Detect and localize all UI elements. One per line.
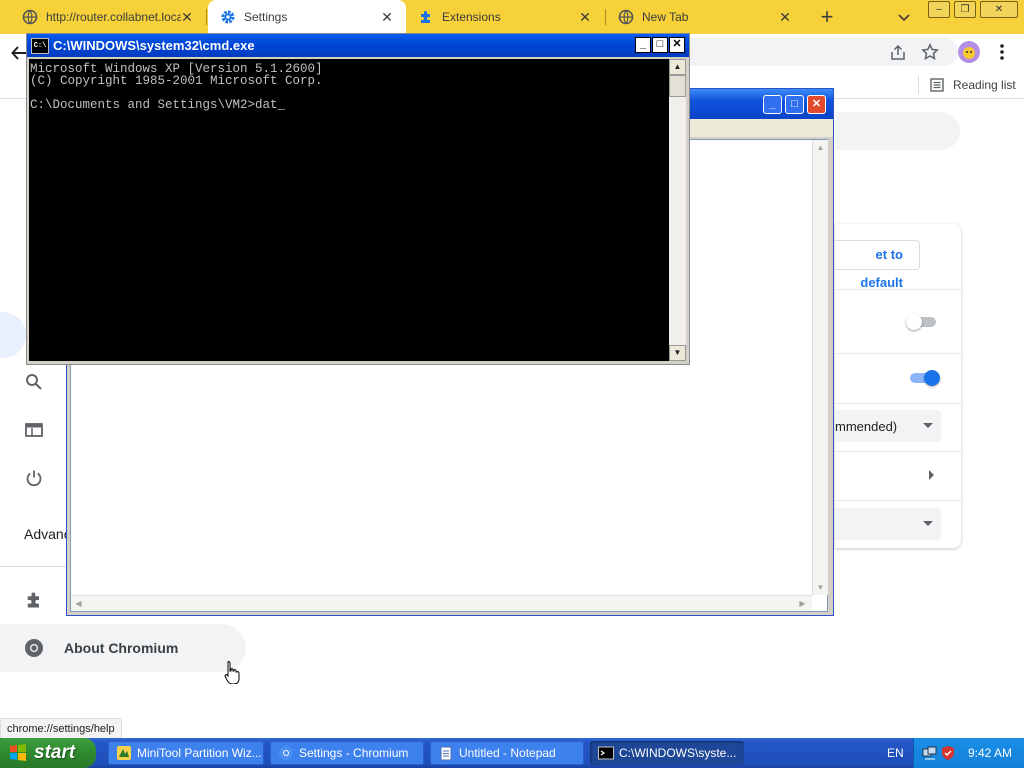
share-icon[interactable] [889, 44, 907, 62]
cmd-icon: C:\ [31, 38, 49, 54]
vertical-scrollbar[interactable]: ▲ ▼ [812, 140, 828, 595]
cmd-icon [598, 745, 614, 761]
console-prompt: C:\Documents and Settings\VM2>dat [30, 98, 278, 112]
taskbar-button-label: C:\WINDOWS\syste... [619, 746, 737, 760]
window-minimize-button[interactable]: – [928, 1, 950, 18]
address-bar[interactable] [690, 38, 958, 66]
taskbar-button-label: Settings - Chromium [299, 746, 409, 760]
network-icon[interactable] [922, 745, 938, 761]
status-url: chrome://settings/help [0, 718, 122, 740]
divider [835, 353, 961, 354]
hand-cursor-icon [224, 660, 240, 684]
window-close-button[interactable]: ✕ [980, 1, 1018, 18]
sidebar-item-selected[interactable] [0, 312, 26, 358]
globe-icon [618, 9, 634, 25]
tab-extensions[interactable]: Extensions ✕ [406, 0, 604, 34]
background-window-close-button[interactable]: ✕ [807, 95, 826, 114]
globe-icon [22, 9, 38, 25]
cmd-minimize-button[interactable]: _ [635, 37, 651, 53]
sidebar-item-search-engine[interactable] [0, 358, 66, 406]
close-tab-icon[interactable]: ✕ [380, 10, 394, 24]
taskbar-button-minitool[interactable]: MiniTool Partition Wiz... [108, 741, 264, 765]
horizontal-scrollbar[interactable]: ◀ ▶ [71, 595, 812, 611]
chromium-icon [24, 638, 44, 658]
console-line: (C) Copyright 1985-2001 Microsoft Corp. [30, 74, 323, 88]
cmd-title-text: C:\WINDOWS\system32\cmd.exe [53, 38, 255, 53]
sidebar-item-on-startup[interactable] [0, 454, 66, 502]
kebab-menu-icon[interactable] [994, 43, 1010, 61]
dropdown-arrow-icon [923, 521, 933, 526]
system-tray: 9:42 AM [913, 738, 1024, 768]
power-icon [24, 468, 44, 488]
close-tab-icon[interactable]: ✕ [778, 10, 792, 24]
puzzle-icon [24, 590, 44, 610]
cmd-console[interactable]: Microsoft Windows XP [Version 5.1.2600](… [29, 59, 669, 361]
puzzle-icon [418, 9, 434, 25]
divider [835, 403, 961, 404]
settings-dropdown-2[interactable] [835, 508, 941, 540]
sidebar-divider [0, 566, 66, 567]
divider [835, 451, 961, 452]
tab-router[interactable]: http://router.collabnet.local/ ✕ [0, 0, 206, 34]
notepad-icon [438, 745, 454, 761]
cmd-vertical-scrollbar[interactable]: ▲ ▼ [669, 59, 686, 361]
tab-divider [206, 9, 207, 25]
sidebar-item-extensions[interactable] [0, 576, 66, 624]
browser-window-icon [24, 420, 44, 440]
toggle-off[interactable] [906, 314, 938, 330]
console-line: C:\Documents and Settings\VM2>dat_ [30, 98, 669, 112]
chevron-right-icon[interactable] [927, 469, 935, 481]
tab-settings[interactable]: Settings ✕ [208, 0, 406, 34]
dropdown-value: mmended) [835, 419, 898, 434]
windows-logo-icon [8, 743, 28, 763]
cmd-window: C:\ C:\WINDOWS\system32\cmd.exe _ □ ✕ Mi… [26, 33, 690, 365]
chromium-icon [278, 745, 294, 761]
reading-list-label[interactable]: Reading list [953, 78, 1016, 92]
language-indicator[interactable]: EN [887, 746, 904, 760]
taskbar-button-label: MiniTool Partition Wiz... [137, 746, 262, 760]
sidebar-item-about-chromium[interactable]: About Chromium [0, 624, 246, 672]
settings-dropdown[interactable]: mmended) [835, 410, 941, 442]
tab-new-tab[interactable]: New Tab ✕ [606, 0, 804, 34]
chevron-down-icon[interactable] [896, 9, 912, 25]
background-window-minimize-button[interactable]: _ [763, 95, 782, 114]
search-icon [24, 372, 44, 392]
background-window-maximize-button[interactable]: □ [785, 95, 804, 114]
taskbar-button-cmd[interactable]: C:\WINDOWS\syste... [590, 741, 744, 765]
settings-search-bar[interactable] [835, 112, 960, 150]
taskbar-button-notepad[interactable]: Untitled - Notepad [430, 741, 584, 765]
taskbar-button-label: Untitled - Notepad [459, 746, 556, 760]
bookmarks-divider [918, 76, 919, 94]
tab-label: Extensions [442, 10, 501, 24]
cmd-maximize-button[interactable]: □ [652, 37, 668, 53]
close-tab-icon[interactable]: ✕ [180, 10, 194, 24]
window-restore-button[interactable]: ❐ [954, 1, 976, 18]
star-icon[interactable] [921, 43, 939, 61]
toggle-on[interactable] [908, 370, 942, 386]
new-tab-button[interactable]: + [816, 6, 838, 28]
clock[interactable]: 9:42 AM [968, 746, 1012, 760]
tab-label: New Tab [642, 10, 689, 24]
reading-list-icon[interactable] [929, 77, 945, 93]
cmd-titlebar[interactable]: C:\ C:\WINDOWS\system32\cmd.exe [27, 34, 689, 57]
sidebar-item-default-browser[interactable] [0, 406, 66, 454]
divider [835, 500, 961, 501]
gear-icon [220, 9, 236, 25]
minitool-icon [116, 745, 132, 761]
avatar[interactable] [958, 41, 980, 63]
sidebar-item-label: About Chromium [64, 640, 179, 656]
tab-label: http://router.collabnet.local/ [46, 10, 181, 24]
console-cursor: _ [277, 98, 286, 112]
cmd-close-button[interactable]: ✕ [669, 37, 685, 53]
security-shield-icon[interactable] [940, 745, 956, 761]
close-tab-icon[interactable]: ✕ [578, 10, 592, 24]
start-button[interactable]: start [0, 738, 96, 768]
start-label: start [34, 742, 76, 763]
dropdown-arrow-icon [923, 423, 933, 428]
taskbar-button-chromium[interactable]: Settings - Chromium [270, 741, 424, 765]
tab-label: Settings [244, 10, 288, 24]
reset-to-default-button[interactable]: et to default [835, 240, 920, 290]
sidebar-advanced-label[interactable]: Advanc [24, 526, 71, 542]
